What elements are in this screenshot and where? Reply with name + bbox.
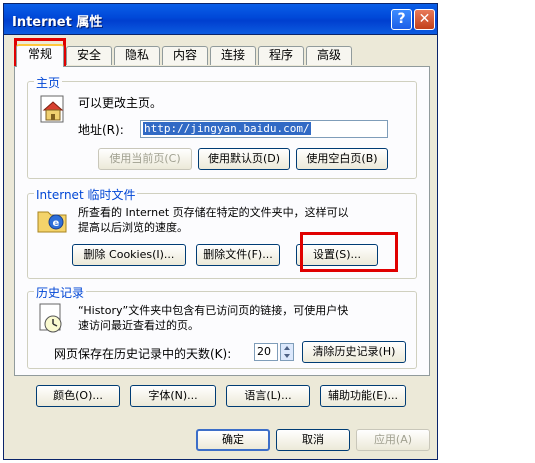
- settings-button[interactable]: 设置(S)...: [296, 244, 378, 266]
- days-label: 网页保存在历史记录中的天数(K):: [54, 347, 232, 361]
- address-label: 地址(R):: [78, 123, 124, 137]
- use-default-button[interactable]: 使用默认页(D): [198, 148, 290, 170]
- home-page-icon: [40, 95, 64, 123]
- apply-button[interactable]: 应用(A): [356, 429, 430, 451]
- cancel-button[interactable]: 取消: [276, 429, 350, 451]
- homepage-group: 主页 可以更改主页。 地址(R): http://jingyan.baidu.c…: [27, 74, 417, 179]
- help-button[interactable]: ?: [391, 9, 412, 30]
- history-description-1: “History”文件夹中包含有已访问页的链接，可使用户快: [78, 304, 349, 317]
- history-group: 历史记录 “History”文件夹中包含有已访问页的链接，可使用户快 速访问最近…: [27, 284, 417, 369]
- use-current-button[interactable]: 使用当前页(C): [98, 148, 192, 170]
- use-blank-button[interactable]: 使用空白页(B): [296, 148, 388, 170]
- temp-files-description-1: 所查看的 Internet 页存储在特定的文件夹中，这样可以: [78, 206, 349, 219]
- general-tab-panel: 主页 可以更改主页。 地址(R): http://jingyan.baidu.c…: [14, 66, 430, 376]
- history-description-2: 速访问最近查看过的页。: [78, 319, 199, 332]
- delete-cookies-button[interactable]: 删除 Cookies(I)...: [72, 244, 186, 266]
- svg-text:e: e: [53, 218, 60, 229]
- temp-files-description-2: 提高以后浏览的速度。: [78, 221, 188, 234]
- homepage-description: 可以更改主页。: [78, 96, 163, 110]
- spin-arrows-icon: [284, 346, 290, 358]
- delete-files-button[interactable]: 删除文件(F)...: [196, 244, 280, 266]
- history-icon: [39, 303, 62, 333]
- temp-files-group-title: Internet 临时文件: [34, 186, 138, 203]
- tab-advanced[interactable]: 高级: [306, 46, 352, 65]
- tab-privacy[interactable]: 隐私: [114, 46, 160, 65]
- homepage-group-title: 主页: [34, 74, 63, 91]
- days-input[interactable]: 20: [254, 343, 278, 361]
- days-spinner[interactable]: [280, 343, 294, 361]
- tab-content[interactable]: 内容: [162, 46, 208, 65]
- ok-button[interactable]: 确定: [196, 429, 270, 451]
- tab-security[interactable]: 安全: [66, 46, 112, 65]
- window-title: Internet 属性: [12, 15, 103, 30]
- clear-history-button[interactable]: 清除历史记录(H): [302, 341, 406, 363]
- address-value: http://jingyan.baidu.com/: [143, 122, 311, 135]
- temp-files-group: Internet 临时文件 e 所查看的 Internet 页存储在特定的文件夹…: [27, 186, 417, 279]
- languages-button[interactable]: 语言(L)...: [226, 385, 310, 407]
- address-input[interactable]: http://jingyan.baidu.com/: [140, 120, 388, 138]
- fonts-button[interactable]: 字体(N)...: [130, 385, 216, 407]
- tab-general[interactable]: 常规: [16, 44, 64, 67]
- folder-ie-icon: e: [37, 211, 67, 233]
- tab-programs[interactable]: 程序: [258, 46, 304, 65]
- title-bar[interactable]: Internet 属性 ? ✕: [4, 4, 437, 35]
- history-group-title: 历史记录: [34, 284, 87, 301]
- internet-properties-dialog: Internet 属性 ? ✕ 常规 安全 隐私 内容 连接 程序 高级 主页 …: [3, 3, 438, 460]
- colors-button[interactable]: 颜色(O)...: [36, 385, 120, 407]
- accessibility-button[interactable]: 辅助功能(E)...: [320, 385, 406, 407]
- close-button[interactable]: ✕: [414, 9, 435, 30]
- tab-connections[interactable]: 连接: [210, 46, 256, 65]
